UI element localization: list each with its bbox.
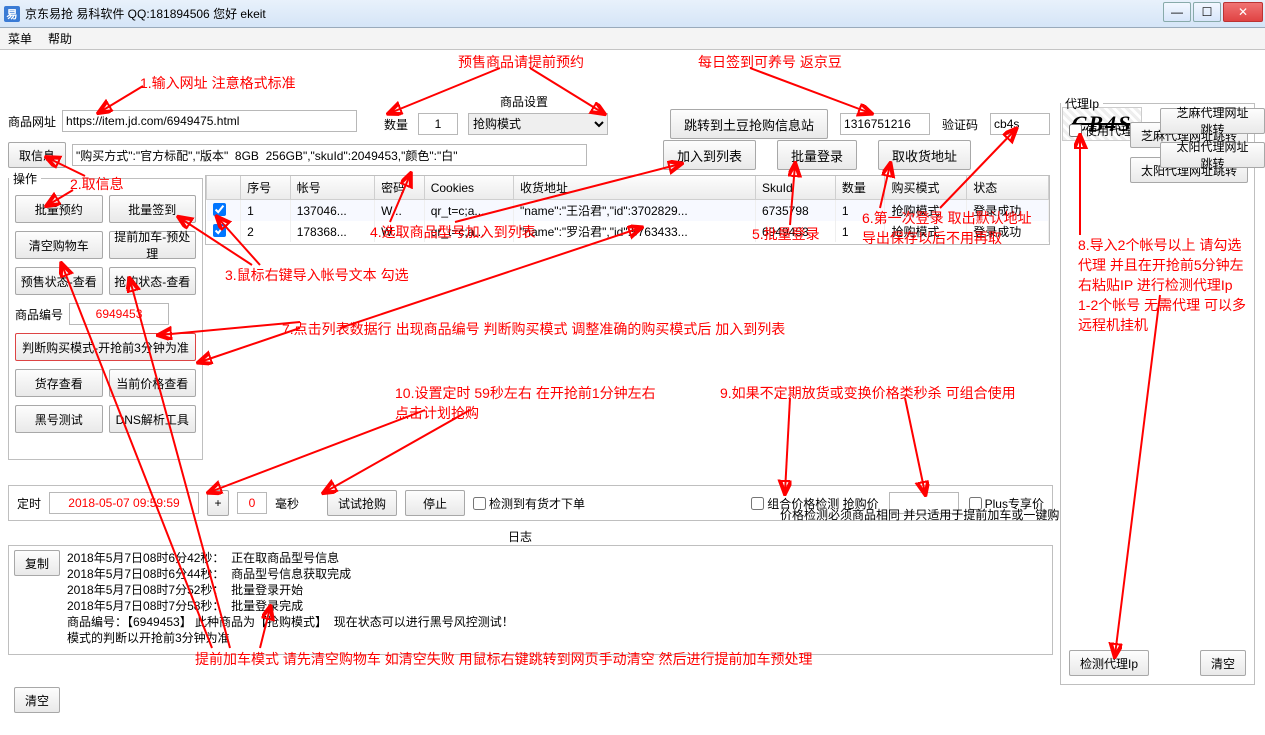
operations-group: 操作 批量预约 批量签到 清空购物车 提前加车-预处理 预售状态-查看 抢购状态… (8, 170, 203, 460)
price-note: 价格检测必须商品相同 并只适用于提前加车或一键购 (780, 506, 1059, 523)
number-input[interactable] (840, 113, 930, 135)
qty-label: 数量 (384, 116, 408, 133)
menu-help[interactable]: 帮助 (48, 30, 72, 47)
anno-3: 3.鼠标右键导入帐号文本 勾选 (225, 265, 409, 285)
product-id-input[interactable] (69, 303, 169, 325)
timer-ms-input[interactable] (237, 492, 267, 514)
clear-proxy-button[interactable]: 清空 (1200, 650, 1246, 676)
url-label: 商品网址 (8, 113, 56, 130)
stock-check-checkbox[interactable]: 检测到有货才下单 (473, 495, 585, 512)
mode-select[interactable]: 抢购模式 (468, 113, 608, 135)
captcha-label: 验证码 (942, 116, 978, 133)
check-proxy-button[interactable]: 检测代理Ip (1069, 650, 1149, 676)
batch-signin-button[interactable]: 批量签到 (109, 195, 197, 223)
anno-4: 4.选取商品型号加入到列表 (370, 222, 536, 242)
log-title: 日志 (508, 528, 532, 545)
col-header[interactable]: SkuId (755, 176, 835, 200)
col-header[interactable]: 收货地址 (514, 176, 756, 200)
copy-log-button[interactable]: 复制 (14, 550, 60, 576)
try-rush-button[interactable]: 试试抢购 (327, 490, 397, 516)
col-header[interactable]: 数量 (835, 176, 885, 200)
condition-input[interactable] (72, 144, 587, 166)
captcha-input[interactable] (990, 113, 1050, 135)
precart-button[interactable]: 提前加车-预处理 (109, 231, 197, 259)
presale-status-button[interactable]: 预售状态-查看 (15, 267, 103, 295)
jump-tudou-button[interactable]: 跳转到土豆抢购信息站 (670, 109, 828, 139)
url-input[interactable] (62, 110, 357, 132)
anno-10: 10.设置定时 59秒左右 在开抢前1分钟左右 点击计划抢购 (395, 383, 656, 423)
anno-7: 7.点击列表数据行 出现商品编号 判断购买模式 调整准确的购买模式后 加入到列表 (282, 319, 785, 339)
maximize-button[interactable]: ☐ (1193, 2, 1221, 22)
clear-cart-button[interactable]: 清空购物车 (15, 231, 103, 259)
minimize-button[interactable]: — (1163, 2, 1191, 22)
clear-log-button[interactable]: 清空 (14, 687, 60, 713)
ms-label: 毫秒 (275, 495, 299, 512)
col-header[interactable]: Cookies (424, 176, 513, 200)
anno-daily: 每日签到可养号 返京豆 (698, 52, 842, 72)
app-icon: 易 (4, 6, 20, 22)
dns-tool-button[interactable]: DNS解析工具 (109, 405, 197, 433)
get-address-button[interactable]: 取收货地址 (878, 140, 971, 170)
proxy-group: 代理Ip 使用代理 芝麻代理网址跳转 太阳代理网址跳转 .proxy .inne… (1060, 95, 1255, 685)
batch-login-button[interactable]: 批量登录 (777, 140, 857, 170)
price-view-button[interactable]: 当前价格查看 (109, 369, 197, 397)
black-test-button[interactable]: 黑号测试 (15, 405, 103, 433)
anno-2: 2.取信息 (70, 174, 124, 194)
timer-label: 定时 (17, 495, 41, 512)
anno-1: 1.输入网址 注意格式标准 (140, 73, 296, 93)
stock-view-button[interactable]: 货存查看 (15, 369, 103, 397)
anno-presale: 预售商品请提前预约 (458, 52, 584, 72)
batch-reserve-button[interactable]: 批量预约 (15, 195, 103, 223)
col-header[interactable]: 帐号 (290, 176, 374, 200)
col-header[interactable]: 购买模式 (885, 176, 967, 200)
anno-8: 8.导入2个帐号以上 请勾选代理 并且在开抢前5分钟左右粘贴IP 进行检测代理I… (1078, 235, 1248, 335)
log-area[interactable]: 2018年5月7日08时6分42秒： 正在取商品型号信息 2018年5月7日08… (8, 545, 1053, 655)
col-header[interactable]: 序号 (241, 176, 291, 200)
sun-proxy-button-2[interactable]: 太阳代理网址跳转 (1160, 142, 1265, 168)
menu-file[interactable]: 菜单 (8, 30, 32, 47)
timer-value[interactable] (49, 492, 199, 514)
anno-6: 6.第一次登录 取出默认地址 导出保存以后不用再取 (862, 208, 1032, 248)
stop-button[interactable]: 停止 (405, 490, 465, 516)
close-button[interactable]: ✕ (1223, 2, 1263, 22)
product-id-label: 商品编号 (15, 306, 63, 323)
judge-mode-button[interactable]: 判断购买模式-开抢前3分钟为准 (15, 333, 196, 361)
anno-bottom: 提前加车模式 请先清空购物车 如清空失败 用鼠标右键跳转到网页手动清空 然后进行… (195, 649, 813, 669)
add-to-list-button[interactable]: 加入到列表 (663, 140, 756, 170)
timer-plus-button[interactable]: + (207, 490, 229, 516)
rush-status-button[interactable]: 抢购状态-查看 (109, 267, 197, 295)
get-info-button[interactable]: 取信息 (8, 142, 66, 168)
zhima-proxy-button-2[interactable]: 芝麻代理网址跳转 (1160, 108, 1265, 134)
anno-9: 9.如果不定期放货或变换价格类秒杀 可组合使用 (720, 383, 1016, 403)
window-title: 京东易抢 易科软件 QQ:181894506 您好 ekeit (25, 5, 266, 22)
qty-input[interactable] (418, 113, 458, 135)
anno-5: 5.批量登录 (752, 224, 820, 244)
col-header[interactable]: 状态 (967, 176, 1049, 200)
col-header[interactable] (207, 176, 241, 200)
goods-settings: 数量 抢购模式 (378, 95, 648, 145)
col-header[interactable]: 密码 (375, 176, 425, 200)
